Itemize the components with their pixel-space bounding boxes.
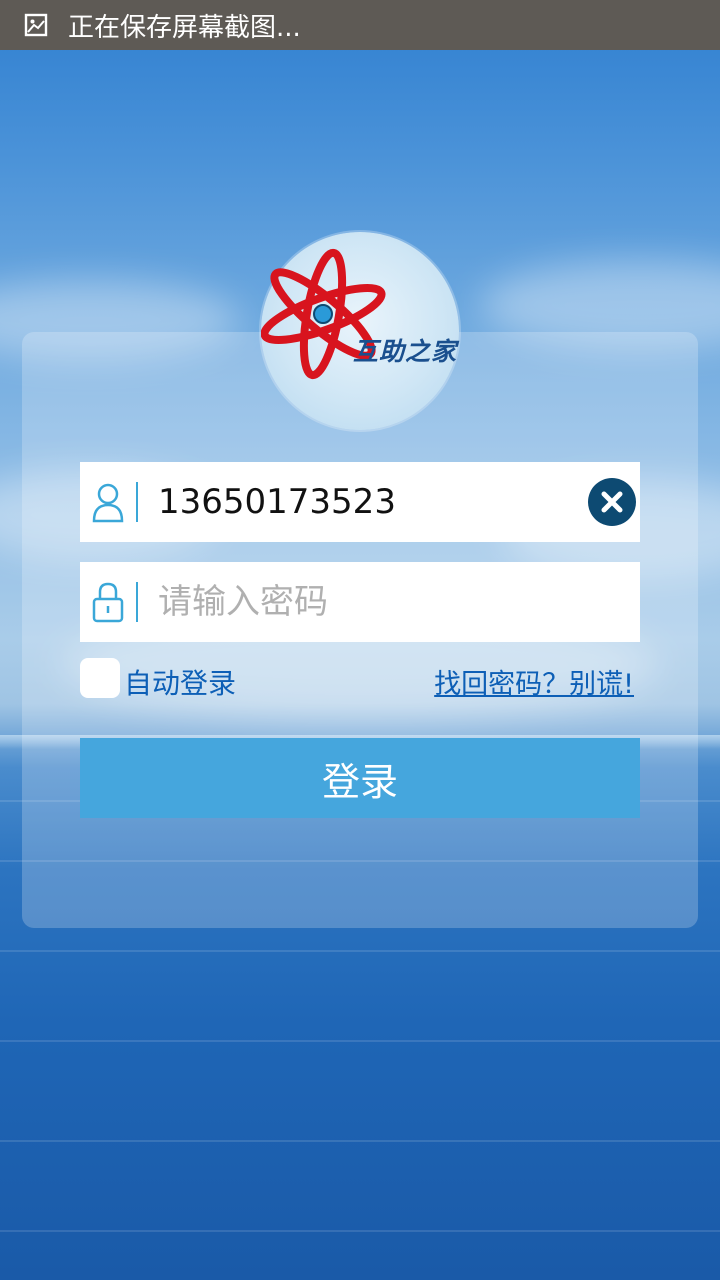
sea-wave [0, 1230, 720, 1232]
input-divider [136, 582, 138, 622]
sea-wave [0, 1140, 720, 1142]
lock-icon [80, 562, 136, 642]
auto-login-label[interactable]: 自动登录 [124, 662, 236, 702]
auto-login-checkbox[interactable] [80, 658, 120, 698]
atom-logo-icon [261, 248, 386, 380]
username-row [80, 462, 640, 542]
login-button[interactable]: 登录 [80, 738, 640, 818]
login-screen: 正在保存屏幕截图... 互助之家 13650173523 自动登录 找回密码？别… [0, 0, 720, 1280]
forgot-password-link[interactable]: 找回密码？别谎! [434, 662, 634, 701]
clear-icon[interactable] [588, 478, 636, 526]
sea-wave [0, 1040, 720, 1042]
input-divider [136, 482, 138, 522]
sea-wave [0, 950, 720, 952]
status-notification-text: 正在保存屏幕截图... [68, 12, 301, 43]
status-bar: 正在保存屏幕截图... [0, 0, 720, 50]
user-icon [80, 462, 136, 542]
logo-text: 互助之家 [353, 337, 458, 366]
password-input[interactable] [158, 572, 578, 632]
password-row [80, 562, 640, 642]
screenshot-icon [24, 13, 48, 37]
username-input[interactable] [158, 472, 578, 532]
app-logo: 互助之家 [261, 232, 459, 430]
login-options: 自动登录 找回密码？别谎! [80, 658, 640, 700]
